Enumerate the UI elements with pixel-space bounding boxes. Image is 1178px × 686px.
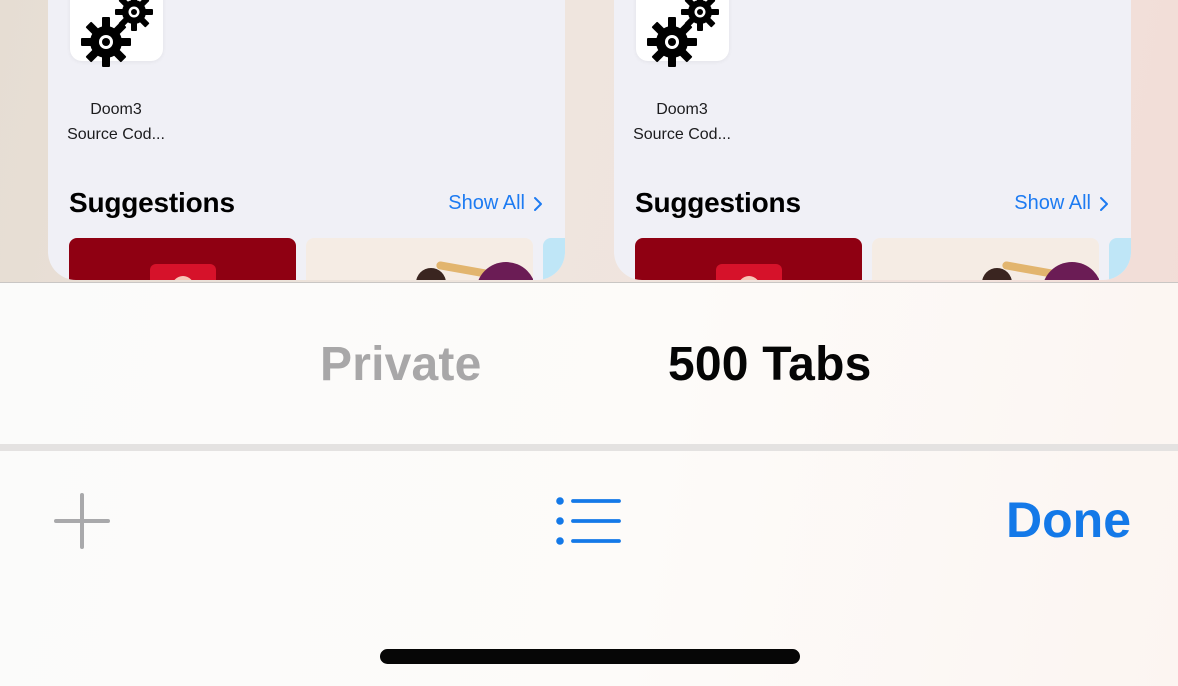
done-button[interactable]: Done (1006, 489, 1131, 551)
tab-switcher-sheet: Private 500 Tabs Done (0, 282, 1178, 686)
show-all-link[interactable]: Show All (448, 192, 543, 215)
favorite-title: Doom3 Source Cod... (614, 97, 750, 147)
chevron-right-icon (1100, 196, 1108, 211)
tab-overview-grid: Doom3 Source Cod... Suggestions Show All (0, 0, 1178, 282)
divider (0, 444, 1178, 451)
favorite-title-line2: Source Cod... (633, 126, 731, 143)
tab-card[interactable]: Doom3 Source Cod... Suggestions Show All (48, 0, 565, 280)
suggestion-thumbnail[interactable] (306, 238, 533, 280)
gears-icon (81, 0, 153, 67)
suggestion-thumbnail[interactable] (543, 238, 565, 280)
suggestions-heading: Suggestions (69, 187, 235, 218)
favorite-tile[interactable] (636, 0, 729, 67)
show-all-link[interactable]: Show All (1014, 192, 1109, 215)
favorite-title-line1: Doom3 (90, 101, 142, 118)
suggestion-thumbnail[interactable] (1109, 238, 1131, 280)
private-tab-group[interactable]: Private (320, 335, 482, 395)
gears-icon (647, 0, 719, 67)
bottom-toolbar: Done (0, 451, 1178, 601)
chevron-right-icon (534, 196, 542, 211)
tab-card[interactable]: Doom3 Source Cod... Suggestions Show All (614, 0, 1131, 280)
list-icon (556, 497, 621, 545)
show-all-label: Show All (1014, 192, 1091, 214)
home-indicator (380, 649, 800, 664)
tab-group-switcher: Private 500 Tabs (0, 283, 1178, 444)
favorite-title-line1: Doom3 (656, 101, 708, 118)
plus-icon (54, 493, 110, 549)
suggestion-thumbnail[interactable] (635, 238, 862, 280)
tabs-tab-group[interactable]: 500 Tabs (668, 335, 872, 395)
favorite-tile[interactable] (70, 0, 163, 67)
suggestions-heading: Suggestions (635, 187, 801, 218)
suggestion-thumbnail[interactable] (69, 238, 296, 280)
favorite-title: Doom3 Source Cod... (48, 97, 184, 147)
favorite-title-line2: Source Cod... (67, 126, 165, 143)
tab-groups-button[interactable] (554, 494, 624, 548)
new-tab-button[interactable] (52, 491, 112, 551)
suggestion-thumbnail[interactable] (872, 238, 1099, 280)
show-all-label: Show All (448, 192, 525, 214)
